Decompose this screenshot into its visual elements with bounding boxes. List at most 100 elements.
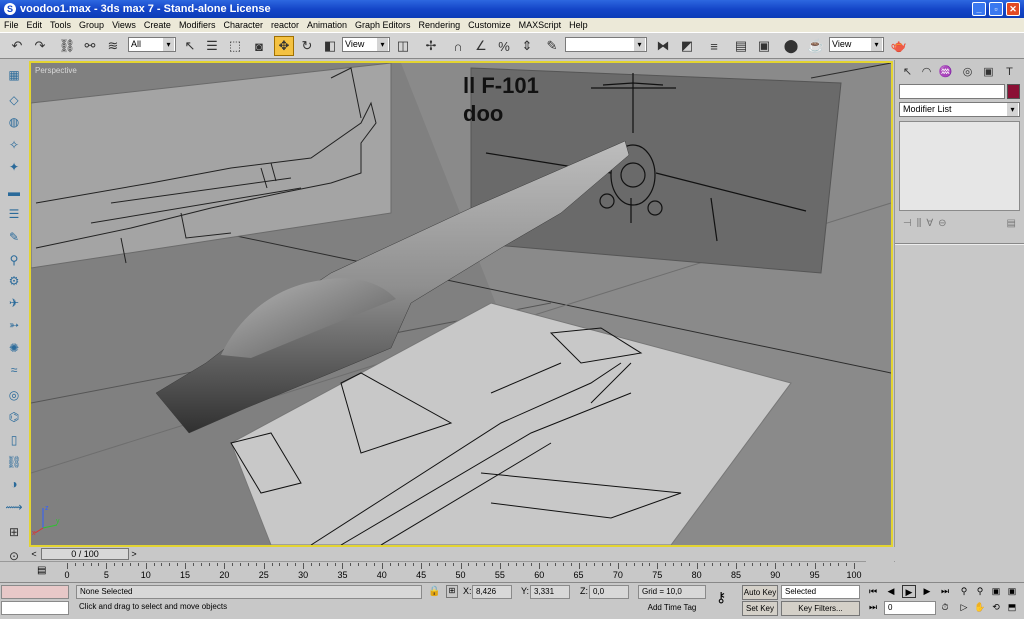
menu-create[interactable]: Create xyxy=(144,20,171,30)
sphere-icon[interactable]: ◍ xyxy=(4,113,24,131)
menu-modifiers[interactable]: Modifiers xyxy=(179,20,216,30)
spinner-snap-icon[interactable]: ⇕ xyxy=(517,36,537,56)
auto-key-button[interactable]: Auto Key xyxy=(742,585,778,600)
current-frame-field[interactable]: 0 xyxy=(884,601,936,615)
utilities-tab-icon[interactable]: T xyxy=(1001,64,1018,81)
schematic-view-icon[interactable]: ▣ xyxy=(754,36,774,56)
motion-icon[interactable]: ⚙ xyxy=(4,272,24,290)
field-of-view-icon[interactable]: ▷ xyxy=(957,601,971,614)
rigid-body-icon[interactable]: ▯ xyxy=(4,431,24,449)
track-bar[interactable]: ▤ 0 5 10 15 20 25 30 35 40 45 50 55 60 65 70 75 80 85 90 95… xyxy=(0,561,866,582)
front-view-backdrop[interactable] xyxy=(470,67,842,274)
previous-frame-icon[interactable]: ◀ xyxy=(884,585,898,598)
show-end-result-icon[interactable]: ⫼ xyxy=(917,218,922,229)
objects-icon[interactable]: ▦ xyxy=(4,66,24,84)
maximize-viewport-icon[interactable]: ⬒ xyxy=(1005,601,1019,614)
cloth-icon[interactable]: ⌬ xyxy=(4,408,24,426)
max-icon[interactable]: ⊞ xyxy=(4,523,24,541)
select-and-move-icon[interactable]: ✥ xyxy=(274,36,294,56)
modifier-stack[interactable] xyxy=(899,121,1020,211)
close-button[interactable]: ✕ xyxy=(1006,2,1020,16)
pivot-center-icon[interactable]: ◫ xyxy=(393,36,413,56)
helpers-icon[interactable]: ✦ xyxy=(4,158,24,176)
reactor-icon[interactable]: ◎ xyxy=(4,386,24,404)
named-selection-dropdown[interactable] xyxy=(565,37,647,52)
maxscript-input[interactable] xyxy=(1,601,69,615)
zoom-icon[interactable]: ⚲ xyxy=(957,585,971,598)
menu-reactor[interactable]: reactor xyxy=(271,20,299,30)
y-coordinate-field[interactable]: 3,331 xyxy=(530,585,570,599)
x-coordinate-field[interactable]: 8,426 xyxy=(472,585,512,599)
menu-animation[interactable]: Animation xyxy=(307,20,347,30)
angle-snap-icon[interactable]: ∠ xyxy=(471,36,491,56)
selection-filter-dropdown[interactable]: All xyxy=(128,37,176,52)
minimize-button[interactable]: _ xyxy=(972,2,986,16)
arc-rotate-icon[interactable]: ⟲ xyxy=(989,601,1003,614)
object-color-swatch[interactable] xyxy=(1007,84,1020,99)
time-slider-thumb[interactable]: 0 / 100 xyxy=(41,548,129,560)
create-tab-icon[interactable]: ↖ xyxy=(899,64,916,81)
percent-snap-icon[interactable]: % xyxy=(494,36,514,56)
window-crossing-icon[interactable]: ◙ xyxy=(249,36,269,56)
modifier-list-dropdown[interactable]: Modifier List xyxy=(899,102,1020,117)
select-and-link-icon[interactable]: ⛓ xyxy=(57,36,77,56)
key-mode-icon[interactable]: ⚷ xyxy=(716,589,726,606)
bind-space-warp-icon[interactable]: ≋ xyxy=(103,36,123,56)
menu-help[interactable]: Help xyxy=(569,20,588,30)
menu-maxscript[interactable]: MAXScript xyxy=(519,20,562,30)
remove-modifier-icon[interactable]: ⊖ xyxy=(938,218,946,229)
go-to-start-icon[interactable]: ⏮ xyxy=(866,585,880,598)
menu-character[interactable]: Character xyxy=(223,20,263,30)
menu-views[interactable]: Views xyxy=(112,20,136,30)
snaps-toggle-icon[interactable]: ∩ xyxy=(448,36,468,56)
configure-sets-icon[interactable]: ▤ xyxy=(1007,218,1016,229)
menu-file[interactable]: File xyxy=(4,20,19,30)
display-icon[interactable]: ✈ xyxy=(4,294,24,312)
object-name-field[interactable] xyxy=(899,84,1005,99)
time-next-button[interactable]: > xyxy=(129,548,139,560)
shapes-icon[interactable]: ◇ xyxy=(4,91,24,109)
next-frame-icon[interactable]: ▶ xyxy=(920,585,934,598)
maximize-button[interactable]: ▫ xyxy=(989,2,1003,16)
key-filters-button[interactable]: Key Filters... xyxy=(781,601,860,616)
time-slider[interactable]: < 0 / 100 > xyxy=(29,547,895,561)
edit-named-selection-icon[interactable]: ✎ xyxy=(542,36,562,56)
select-object-icon[interactable]: ↖ xyxy=(180,36,200,56)
menu-rendering[interactable]: Rendering xyxy=(419,20,461,30)
perspective-viewport[interactable]: ll F-101 doo z y x Perspective xyxy=(29,61,893,547)
time-config-icon[interactable]: ⏱ xyxy=(938,601,952,614)
constraint-icon[interactable]: ⛓ xyxy=(4,453,24,471)
pin-stack-icon[interactable]: ⊣ xyxy=(903,218,912,229)
zoom-extents-icon[interactable]: ▣ xyxy=(989,585,1003,598)
select-by-name-icon[interactable]: ☰ xyxy=(202,36,222,56)
rectangular-selection-icon[interactable]: ⬚ xyxy=(225,36,245,56)
zoom-all-icon[interactable]: ⚲ xyxy=(973,585,987,598)
redo-icon[interactable]: ↷ xyxy=(30,36,50,56)
quick-render-icon[interactable]: 🫖 xyxy=(889,36,909,56)
motion-tab-icon[interactable]: ◎ xyxy=(959,64,976,81)
maxscript-listener[interactable] xyxy=(1,585,69,599)
mirror-icon[interactable]: ⧓ xyxy=(653,36,673,56)
patch-icon[interactable]: ▬ xyxy=(4,183,24,201)
utilities-icon[interactable]: ➳ xyxy=(4,316,24,334)
select-and-scale-icon[interactable]: ◧ xyxy=(320,36,340,56)
wind-icon[interactable]: ⟿ xyxy=(4,498,24,516)
unlink-icon[interactable]: ⚯ xyxy=(80,36,100,56)
menu-tools[interactable]: Tools xyxy=(50,20,71,30)
display-tab-icon[interactable]: ▣ xyxy=(980,64,997,81)
hierarchy-icon[interactable]: ⚲ xyxy=(4,251,24,269)
spacewarps-icon[interactable]: ≈ xyxy=(4,361,24,379)
filter-icon[interactable]: ▤ xyxy=(37,565,46,576)
add-time-tag-button[interactable]: Add Time Tag xyxy=(638,601,706,616)
preview-icon[interactable]: ◑ xyxy=(4,475,24,493)
render-view-dropdown[interactable]: View xyxy=(829,37,884,52)
hierarchy-tab-icon[interactable]: ♒ xyxy=(937,64,954,81)
viewport-label[interactable]: Perspective xyxy=(35,66,77,75)
lock-selection-icon[interactable]: 🔒 xyxy=(428,586,440,597)
curve-editor-icon[interactable]: ▤ xyxy=(731,36,751,56)
undo-icon[interactable]: ↶ xyxy=(7,36,27,56)
menu-edit[interactable]: Edit xyxy=(27,20,43,30)
particles-icon[interactable]: ✺ xyxy=(4,339,24,357)
align-icon[interactable]: ◩ xyxy=(677,36,697,56)
key-mode-dropdown[interactable]: Selected xyxy=(781,585,860,599)
